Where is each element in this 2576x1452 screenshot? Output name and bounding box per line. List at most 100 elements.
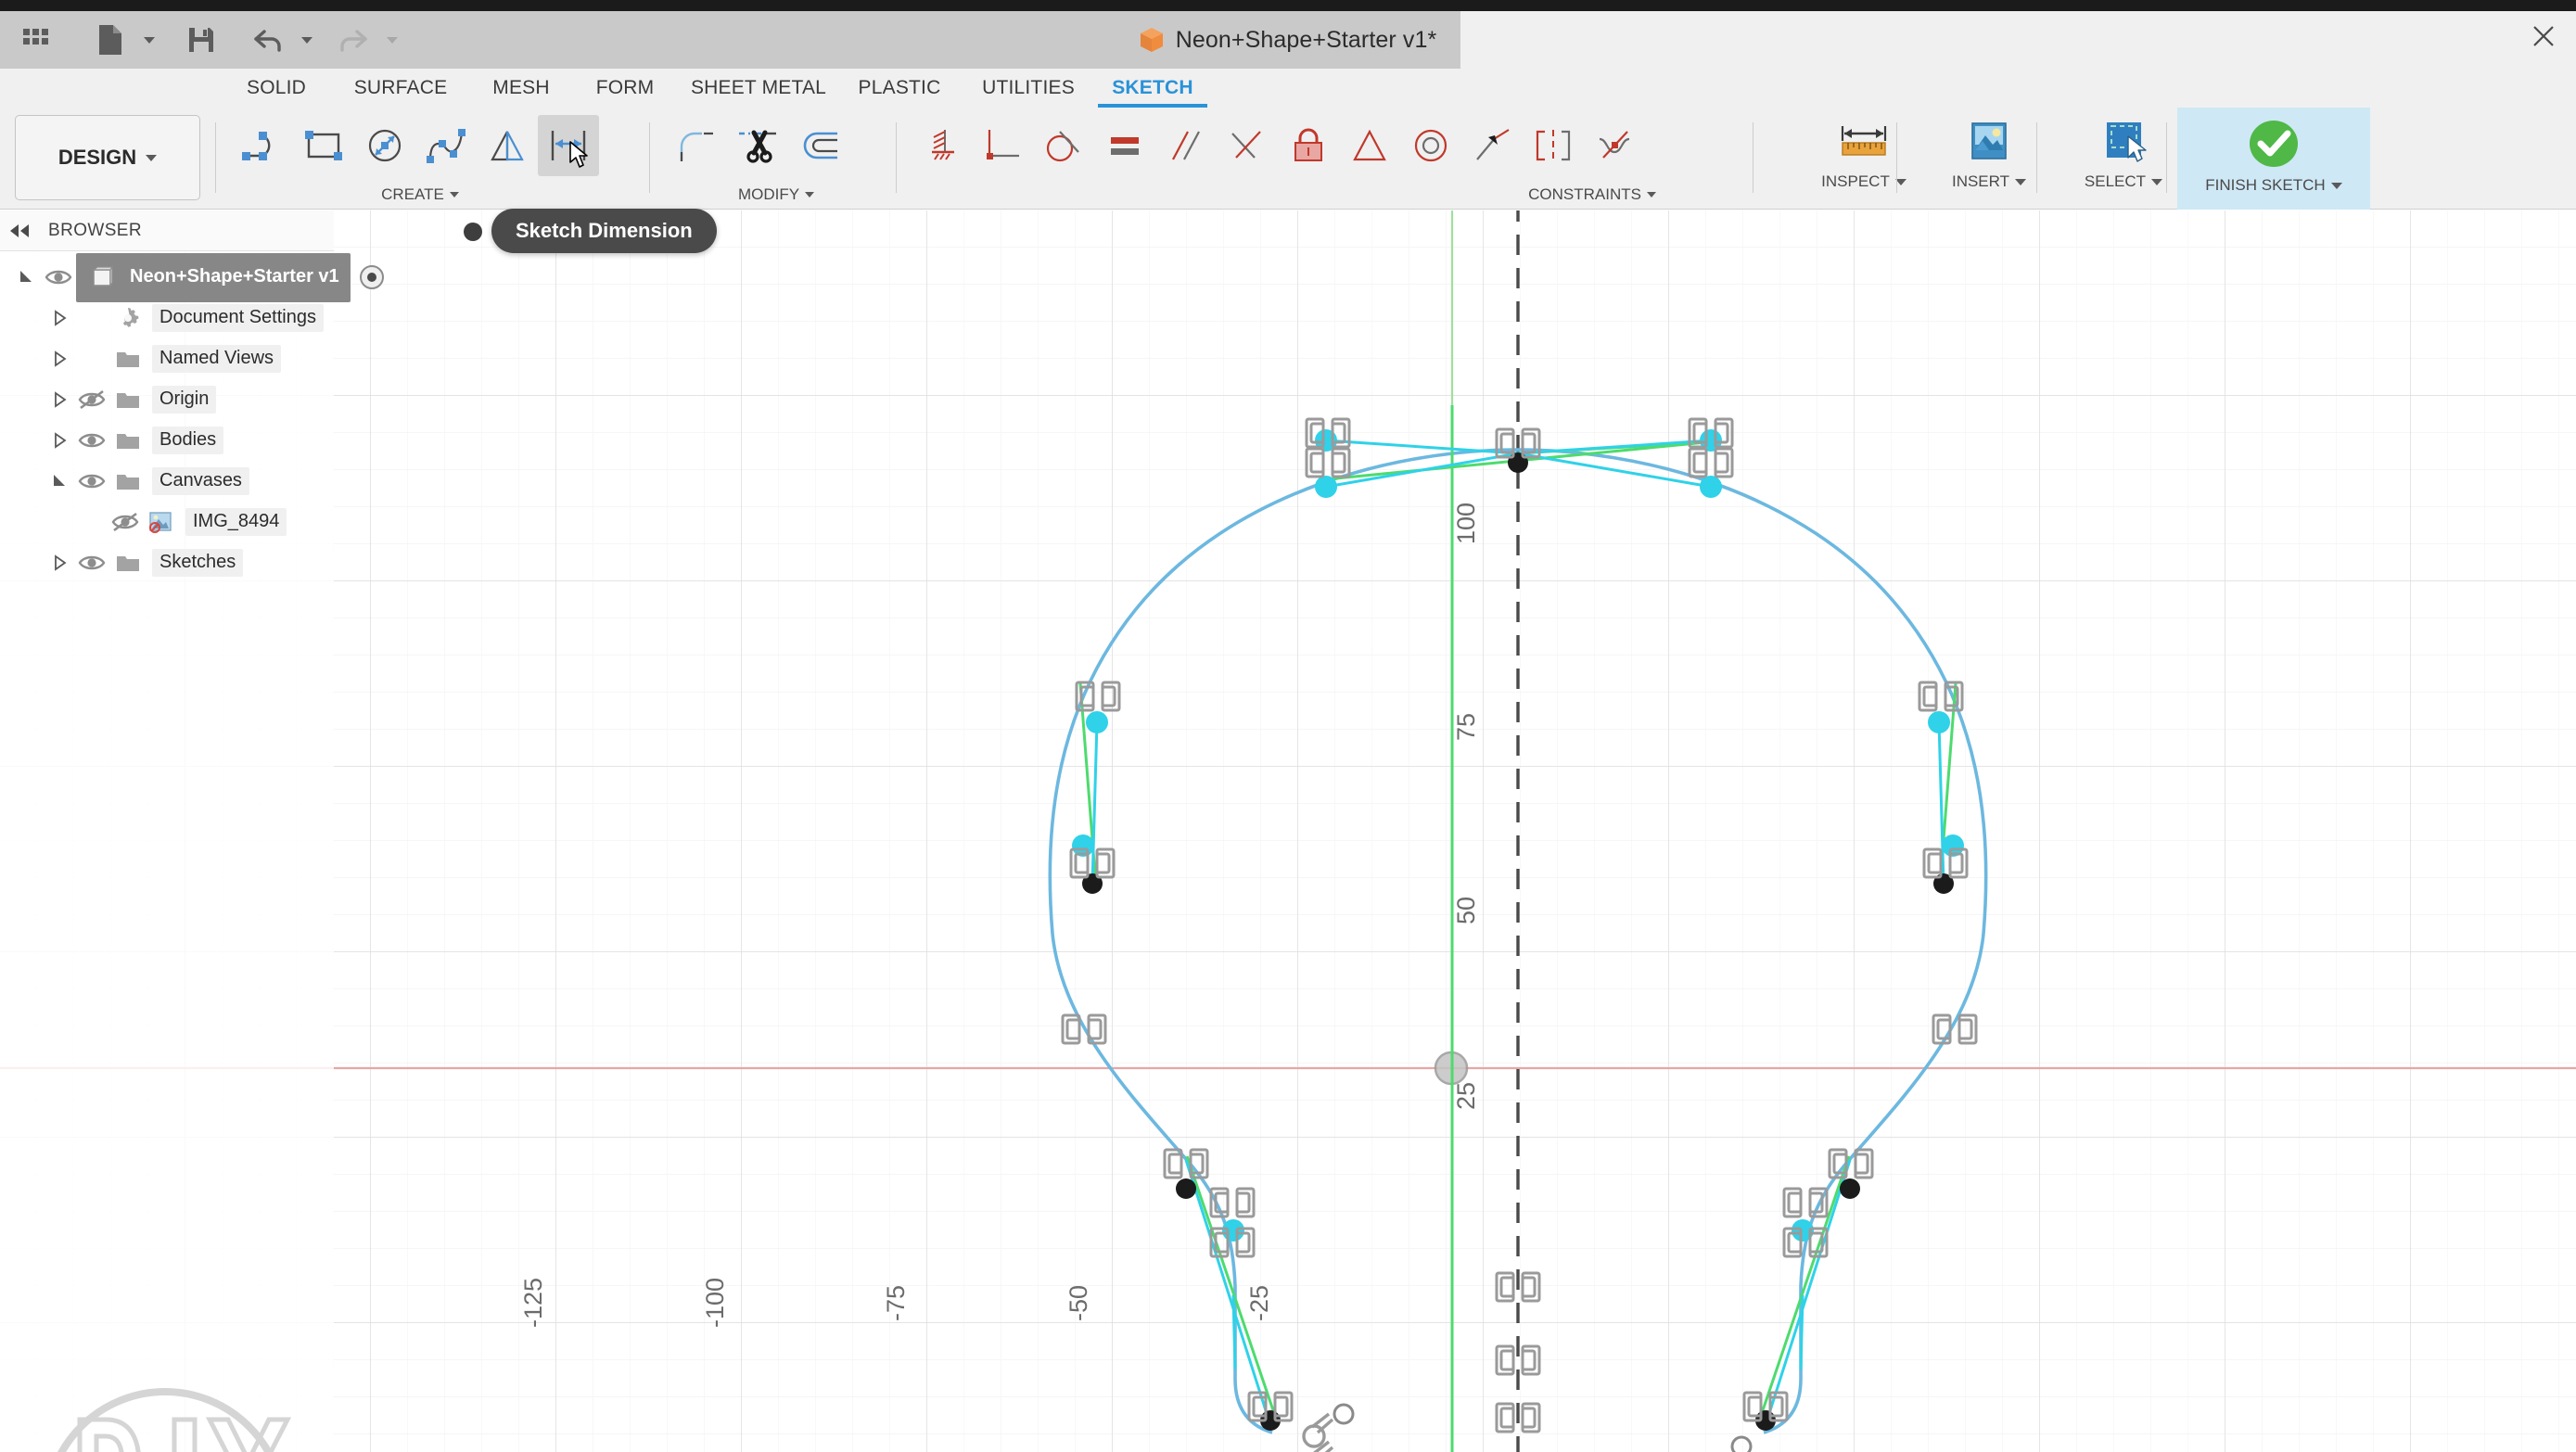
- fillet-tool[interactable]: [666, 115, 727, 176]
- browser-item-neon-shape-starter-v1[interactable]: Neon+Shape+Starter v1: [0, 252, 408, 302]
- eye-hidden-icon[interactable]: [74, 379, 109, 420]
- tab-label: SHEET METAL: [690, 77, 827, 98]
- tab-plastic[interactable]: PLASTIC: [840, 69, 959, 108]
- close-icon[interactable]: [2528, 20, 2559, 52]
- x-tick--75: -75: [882, 1285, 910, 1321]
- redo-button[interactable]: [326, 16, 380, 64]
- collinear-constraint[interactable]: [1461, 115, 1523, 176]
- eye-visible-icon[interactable]: [74, 461, 109, 502]
- x-tick--25: -25: [1245, 1285, 1273, 1321]
- undo-button[interactable]: [241, 16, 295, 64]
- save-button[interactable]: [174, 16, 228, 64]
- equal-constraint[interactable]: [1094, 115, 1155, 176]
- parallel-constraint[interactable]: [1155, 115, 1217, 176]
- sketch-dimension-tool[interactable]: [538, 115, 599, 176]
- browser-item-named-views[interactable]: Named Views: [0, 338, 408, 379]
- tab-sketch[interactable]: SKETCH: [1098, 69, 1207, 108]
- activate-component-radio[interactable]: [359, 265, 384, 289]
- curvature-constraint[interactable]: [1584, 115, 1645, 176]
- horizontal-vertical-constraint[interactable]: [1217, 115, 1278, 176]
- tooltip: Sketch Dimension: [491, 209, 717, 253]
- trim-tool[interactable]: [727, 115, 788, 176]
- insert-panel[interactable]: INSERT: [1929, 108, 2049, 210]
- midpoint-constraint[interactable]: [1339, 115, 1400, 176]
- tangent-constraint[interactable]: [1033, 115, 1094, 176]
- insert-label: INSERT: [1952, 172, 2027, 191]
- collapse-triangle-icon[interactable]: [46, 542, 74, 583]
- folder-icon: [109, 461, 147, 502]
- mirror-tool[interactable]: [477, 115, 538, 176]
- concentric-constraint[interactable]: [1400, 115, 1461, 176]
- quick-access-toolbar: [0, 11, 1460, 69]
- rectangle-tool[interactable]: [293, 115, 354, 176]
- perpendicular-constraint[interactable]: [972, 115, 1033, 176]
- chevron-down-icon: [2151, 178, 2163, 185]
- browser-tree: Neon+Shape+Starter v1 Document Settings Na…: [0, 252, 408, 583]
- browser-item-label: Canvases: [152, 467, 249, 495]
- collapse-triangle-icon[interactable]: [46, 420, 74, 461]
- constraints-label: CONSTRAINTS: [1528, 185, 1641, 203]
- tab-utilities[interactable]: UTILITIES: [959, 69, 1098, 108]
- chevron-down-icon: [2015, 178, 2027, 185]
- tab-surface[interactable]: SURFACE: [332, 69, 469, 108]
- spline-tool[interactable]: [415, 115, 477, 176]
- create-label: CREATE: [381, 185, 444, 203]
- eye-hidden-icon[interactable]: [108, 502, 143, 542]
- line-tool[interactable]: [232, 115, 293, 176]
- circle-tool[interactable]: [354, 115, 415, 176]
- browser-item-content: Canvases: [109, 461, 249, 502]
- collapse-triangle-icon[interactable]: [46, 379, 74, 420]
- modify-label: MODIFY: [737, 185, 800, 203]
- new-document-button[interactable]: [83, 16, 137, 64]
- workspace-switcher-button[interactable]: DESIGN: [15, 115, 200, 200]
- canvas-image-icon: [143, 502, 180, 542]
- symmetry-constraint[interactable]: [1523, 115, 1584, 176]
- undo-dropdown[interactable]: [295, 16, 319, 64]
- folder-icon: [109, 379, 147, 420]
- expand-triangle-icon[interactable]: [46, 461, 74, 502]
- browser-item-label: Document Settings: [152, 304, 324, 332]
- inspect-panel[interactable]: INSPECT: [1804, 108, 1924, 210]
- create-group-label[interactable]: CREATE: [223, 185, 618, 204]
- modify-group-label[interactable]: MODIFY: [658, 185, 894, 204]
- browser-item-document-settings[interactable]: Document Settings: [0, 298, 408, 338]
- browser-item-content: Origin: [109, 379, 217, 420]
- tab-label: SURFACE: [353, 77, 448, 98]
- y-tick-100: 100: [1452, 503, 1480, 544]
- expand-triangle-icon[interactable]: [13, 257, 41, 298]
- chevron-down-icon: [2330, 182, 2342, 189]
- browser-item-canvases[interactable]: Canvases: [0, 461, 408, 502]
- tab-solid[interactable]: SOLID: [221, 69, 332, 108]
- picture-icon: [1971, 122, 2007, 159]
- new-document-dropdown[interactable]: [137, 16, 161, 64]
- tab-sheet-metal[interactable]: SHEET METAL: [677, 69, 840, 108]
- app-grid-button[interactable]: [9, 16, 63, 64]
- redo-dropdown[interactable]: [380, 16, 404, 64]
- browser-item-label: Sketches: [152, 549, 244, 577]
- workspace-label: DESIGN: [57, 146, 137, 169]
- finish-sketch-button[interactable]: FINISH SKETCH: [2177, 108, 2370, 210]
- eye-visible-icon[interactable]: [74, 542, 109, 583]
- constraints-group-label[interactable]: CONSTRAINTS: [903, 185, 1682, 204]
- folder-icon: [109, 420, 147, 461]
- browser-item-content: Bodies: [109, 420, 224, 461]
- eye-visible-icon[interactable]: [74, 420, 109, 461]
- browser-item-bodies[interactable]: Bodies: [0, 420, 408, 461]
- collapse-triangle-icon[interactable]: [46, 338, 74, 379]
- browser-item-origin[interactable]: Origin: [0, 379, 408, 420]
- offset-tool[interactable]: [788, 115, 849, 176]
- eye-visible-icon[interactable]: [41, 257, 76, 298]
- tab-form[interactable]: FORM: [573, 69, 677, 108]
- browser-item-img-8494[interactable]: IMG_8494: [0, 502, 408, 542]
- chevron-down-icon: [805, 192, 815, 197]
- fix-constraint[interactable]: [1278, 115, 1339, 176]
- fix-ground-constraint[interactable]: [911, 115, 972, 176]
- browser-item-sketches[interactable]: Sketches: [0, 542, 408, 583]
- tab-mesh[interactable]: MESH: [469, 69, 573, 108]
- component-cube-icon: [83, 257, 121, 298]
- collapse-left-icon[interactable]: [7, 223, 33, 239]
- browser-item-content: Named Views: [109, 338, 282, 379]
- collapse-triangle-icon[interactable]: [46, 298, 74, 338]
- selection-cursor-icon: [2107, 122, 2147, 162]
- browser-title: BROWSER: [48, 220, 142, 240]
